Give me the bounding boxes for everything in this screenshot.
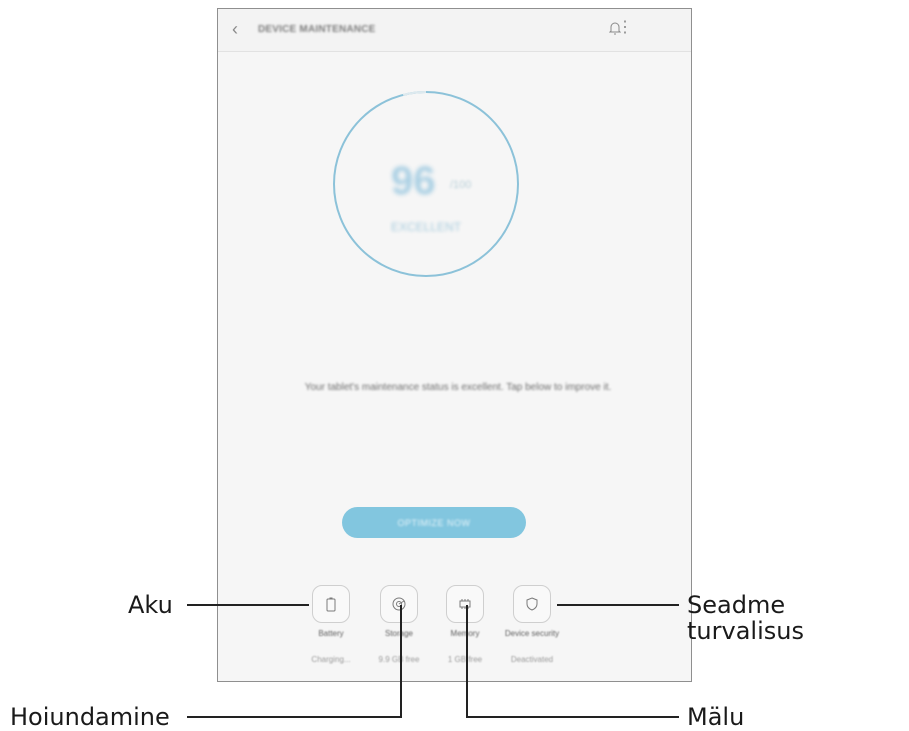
callout-line-memory-vertical bbox=[466, 605, 468, 717]
callout-line-battery bbox=[187, 604, 309, 606]
maintenance-score: 96 bbox=[391, 159, 436, 203]
memory-tile[interactable] bbox=[446, 585, 484, 623]
callout-battery: Aku bbox=[128, 591, 173, 619]
callout-memory: Mälu bbox=[687, 703, 745, 731]
memory-status: 1 GB free bbox=[447, 655, 483, 664]
storage-tile[interactable] bbox=[380, 585, 418, 623]
device-screen: ‹ DEVICE MAINTENANCE ⋮ 96 /100 EXCELLENT… bbox=[217, 8, 692, 682]
battery-tile[interactable] bbox=[312, 585, 350, 623]
app-bar: ‹ DEVICE MAINTENANCE ⋮ bbox=[218, 9, 691, 52]
memory-label: Memory bbox=[450, 629, 480, 638]
device-security-tile[interactable] bbox=[513, 585, 551, 623]
gauge-remaining-arc bbox=[402, 91, 427, 96]
memory-icon bbox=[459, 599, 471, 609]
status-rating: EXCELLENT bbox=[391, 220, 462, 234]
storage-label: Storage bbox=[384, 629, 414, 638]
callout-device-security: Seadme turvalisus bbox=[687, 591, 804, 645]
page-title: DEVICE MAINTENANCE bbox=[258, 24, 376, 35]
device-security-label: Device security bbox=[504, 629, 560, 638]
optimize-now-label: OPTIMIZE NOW bbox=[397, 517, 471, 528]
callout-line-storage-vertical bbox=[400, 605, 402, 717]
more-options-icon[interactable]: ⋮ bbox=[617, 20, 633, 36]
battery-label: Battery bbox=[318, 629, 344, 638]
callout-storage: Hoiundamine bbox=[10, 703, 170, 731]
storage-icon bbox=[392, 597, 406, 611]
storage-status: 9.9 GB free bbox=[378, 655, 420, 664]
optimize-now-button[interactable]: OPTIMIZE NOW bbox=[342, 507, 526, 538]
shield-icon bbox=[526, 597, 538, 611]
callout-line-memory-horizontal bbox=[466, 716, 679, 718]
callout-line-storage-horizontal bbox=[187, 716, 402, 718]
callout-line-security bbox=[557, 604, 679, 606]
back-arrow-icon[interactable]: ‹ bbox=[232, 19, 238, 40]
status-message: Your tablet's maintenance status is exce… bbox=[304, 382, 612, 393]
score-unit: /100 bbox=[450, 179, 472, 191]
device-security-status: Deactivated bbox=[510, 655, 554, 664]
battery-status: Charging... bbox=[311, 655, 351, 664]
battery-icon bbox=[326, 597, 336, 612]
